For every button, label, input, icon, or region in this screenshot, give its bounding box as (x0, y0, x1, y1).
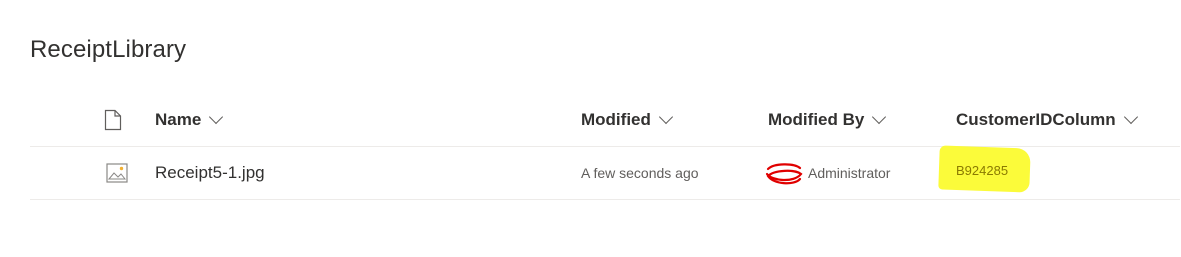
file-type-column-header[interactable] (104, 94, 122, 146)
document-icon (104, 109, 122, 131)
table-row[interactable]: Receipt5-1.jpg A few seconds ago Adminis… (30, 144, 1180, 200)
modified-value: A few seconds ago (581, 165, 699, 181)
modified-by-value[interactable]: Administrator (808, 147, 890, 199)
library-title: ReceiptLibrary (30, 36, 187, 63)
file-name-link[interactable]: Receipt5-1.jpg (155, 147, 265, 199)
customer-id-cell: B924285 (956, 144, 1008, 196)
chevron-down-icon (872, 109, 887, 124)
column-header-modified-by-label: Modified By (768, 110, 865, 129)
document-library-page: ReceiptLibrary Name Modified Modified By… (0, 0, 1181, 257)
customer-id-value: B924285 (956, 162, 1009, 178)
chevron-down-icon (658, 109, 673, 124)
column-header-name-label: Name (155, 110, 202, 129)
column-header-modified-label: Modified (581, 110, 651, 129)
image-file-icon (106, 163, 128, 183)
chevron-down-icon (1123, 109, 1138, 124)
column-header-row: Name Modified Modified By CustomerIDColu… (30, 94, 1180, 147)
column-header-customer-id[interactable]: CustomerIDColumn (956, 94, 1138, 146)
column-header-name[interactable]: Name (155, 94, 224, 146)
column-header-modified[interactable]: Modified (581, 94, 673, 146)
file-type-cell (106, 147, 128, 199)
column-header-modified-by[interactable]: Modified By (768, 94, 887, 146)
chevron-down-icon (209, 109, 224, 124)
column-header-customer-id-label: CustomerIDColumn (956, 110, 1116, 129)
redaction-scribble (765, 163, 803, 185)
